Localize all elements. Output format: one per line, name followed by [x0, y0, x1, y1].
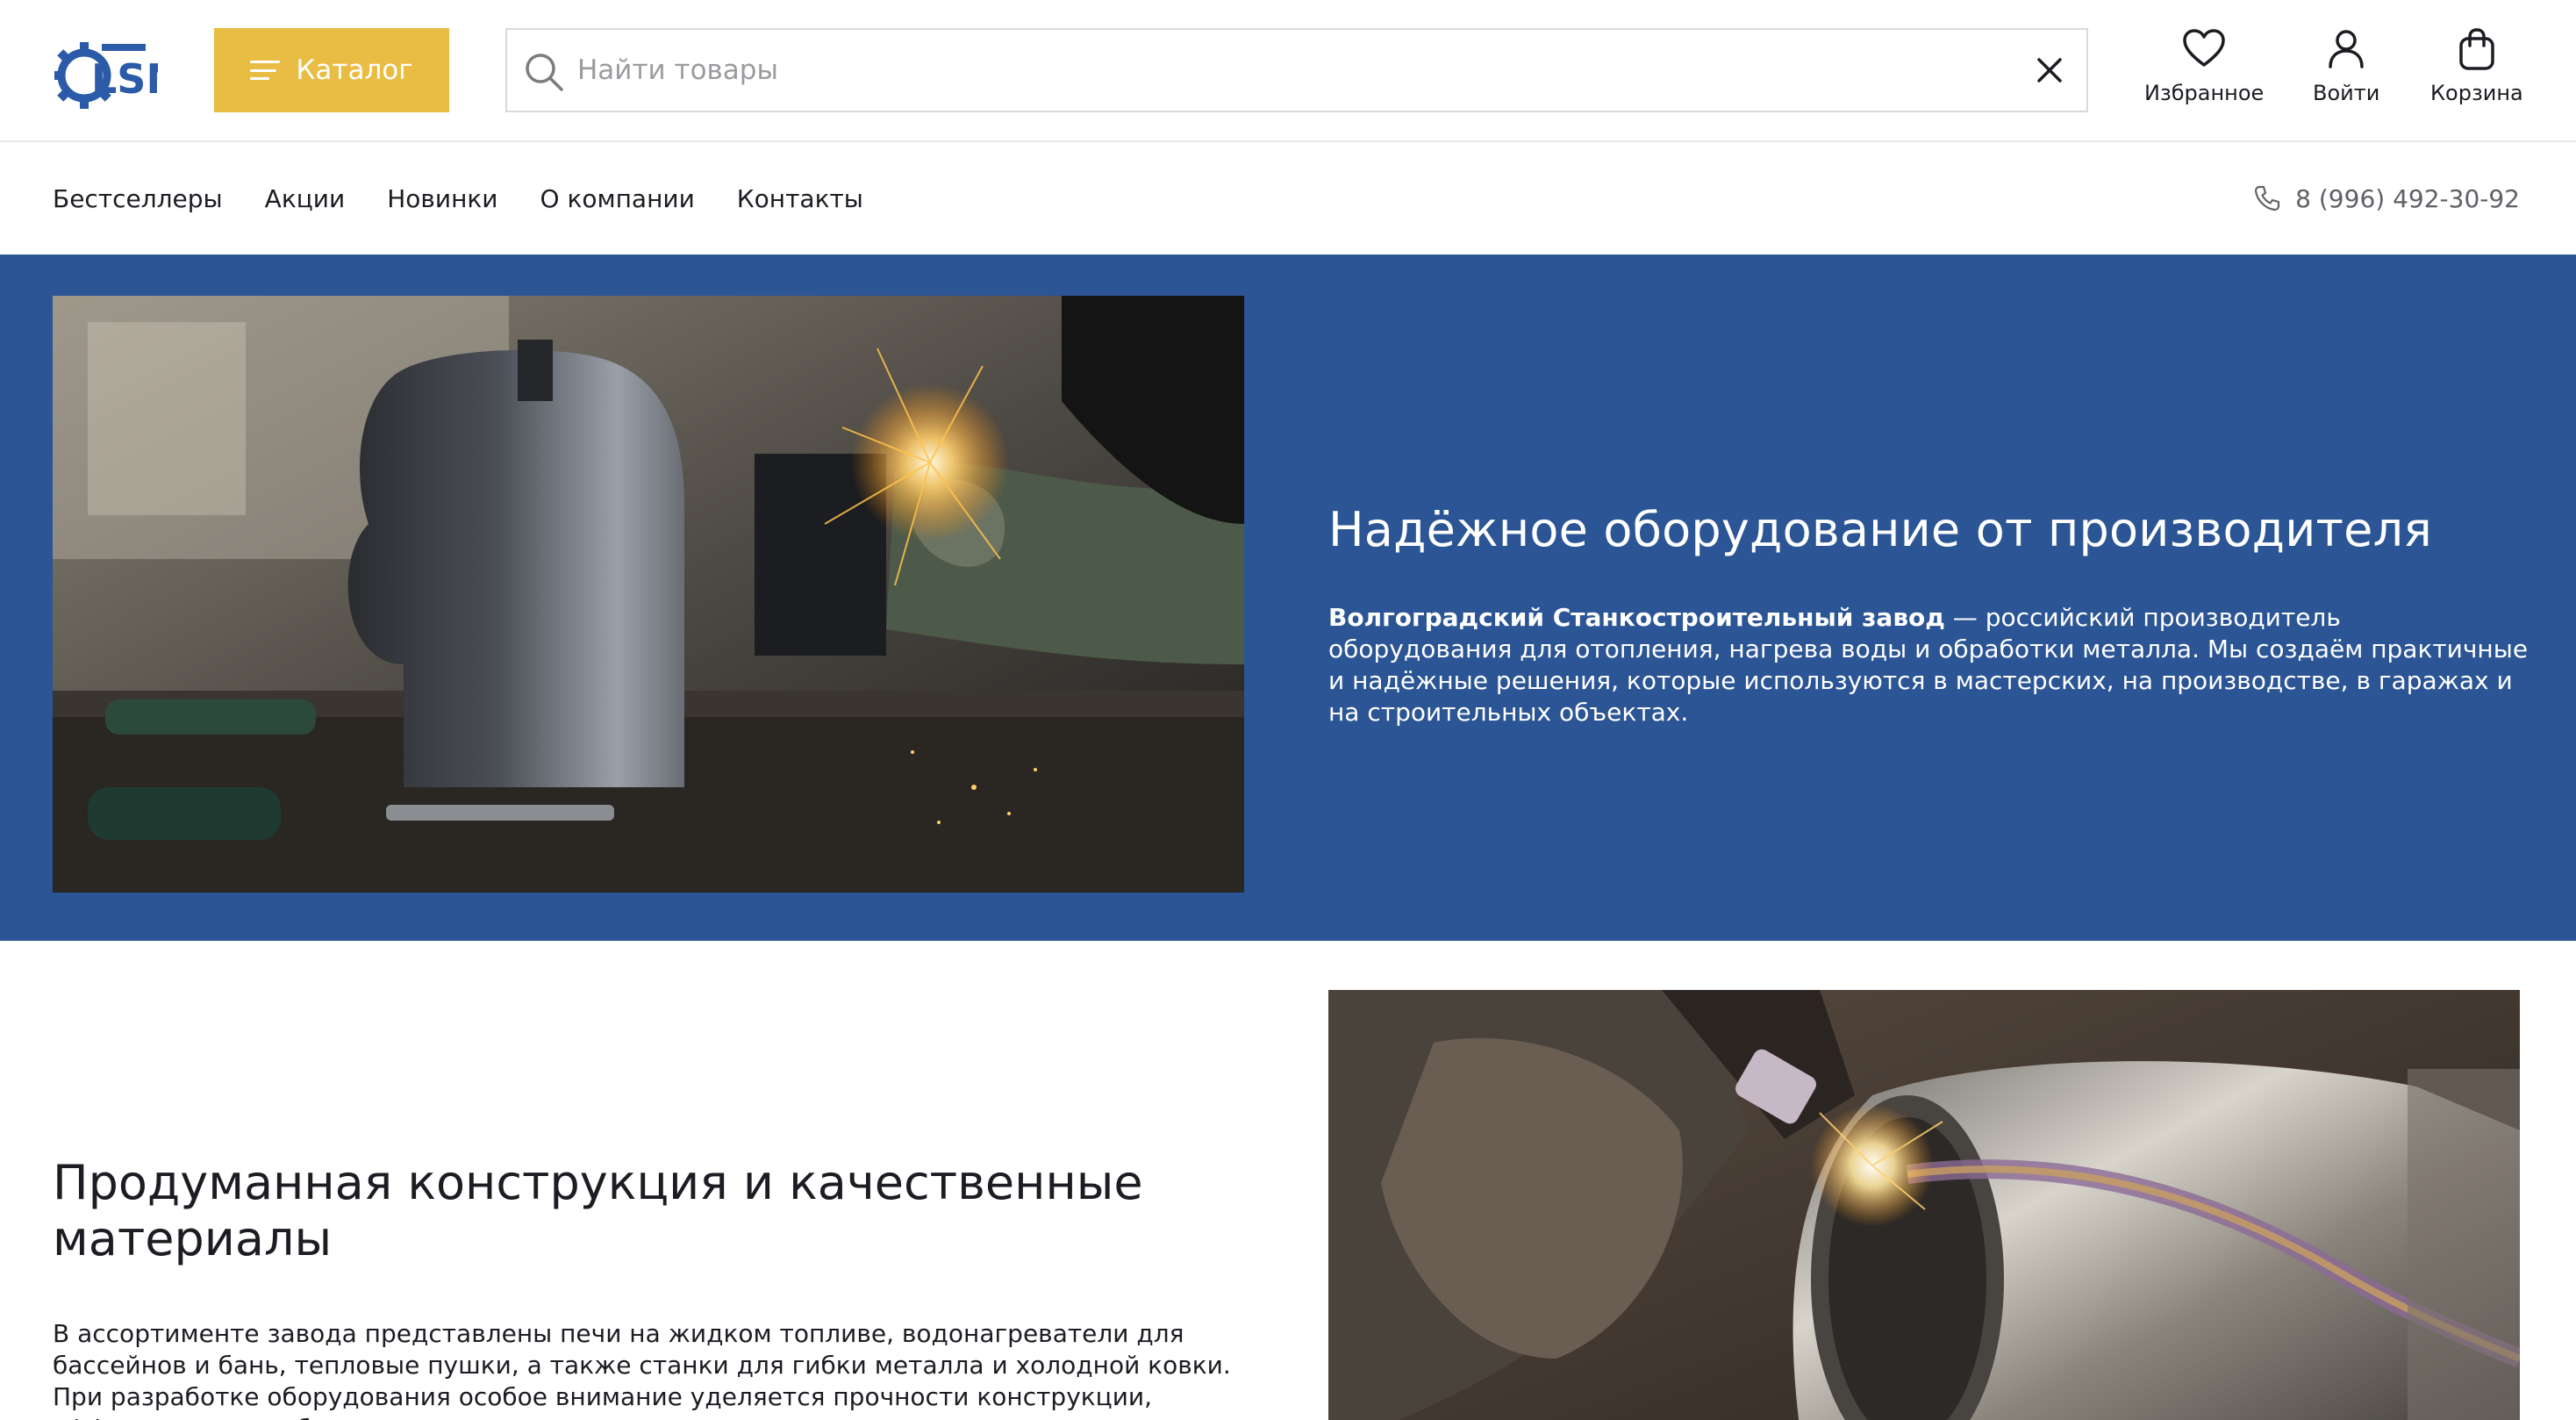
- site-header: LSM Каталог Избранное Войти: [0, 0, 2576, 142]
- hero-text: Надёжное оборудование от производителя В…: [1328, 500, 2530, 728]
- login-button[interactable]: Войти: [2313, 26, 2379, 105]
- phone-icon: [2255, 185, 2280, 212]
- cart-label: Корзина: [2430, 81, 2523, 105]
- hero-company-name: Волгоградский Станкостроительный завод: [1328, 602, 1945, 632]
- favorites-button[interactable]: Избранное: [2144, 26, 2264, 105]
- favorites-label: Избранное: [2144, 81, 2265, 105]
- nav-link-contacts[interactable]: Контакты: [737, 184, 863, 213]
- hero-image-welding-furnace: [53, 296, 1244, 893]
- login-label: Войти: [2313, 81, 2380, 105]
- nav-link-sales[interactable]: Акции: [265, 184, 346, 213]
- hero-title: Надёжное оборудование от производителя: [1328, 502, 2432, 557]
- company-logo[interactable]: LSM: [53, 25, 186, 112]
- nav-link-about[interactable]: О компании: [540, 184, 695, 213]
- phone-number: 8 (996) 492-30-92: [2295, 183, 2520, 213]
- user-icon: [2329, 30, 2364, 68]
- logo-text: LSM: [91, 55, 158, 103]
- search-input[interactable]: [577, 30, 1981, 111]
- cart-button[interactable]: Корзина: [2430, 26, 2523, 105]
- quality-image-welding-pipe: [1328, 990, 2520, 1420]
- clear-icon[interactable]: [2032, 53, 2067, 88]
- shopping-bag-icon: [2459, 28, 2494, 70]
- search-box: [505, 28, 2088, 112]
- quality-text: Продуманная конструкция и качественные м…: [53, 1155, 1255, 1420]
- nav-link-bestsellers[interactable]: Бестселлеры: [53, 184, 223, 213]
- quality-section: Продуманная конструкция и качественные м…: [0, 941, 2576, 1420]
- nav-link-new[interactable]: Новинки: [387, 184, 497, 213]
- heart-icon: [2183, 29, 2225, 67]
- hero-banner: Надёжное оборудование от производителя В…: [0, 255, 2576, 941]
- hero-description: Волгоградский Станкостроительный завод —…: [1328, 602, 2530, 728]
- main-nav: Бестселлеры Акции Новинки О компании Кон…: [0, 142, 2576, 255]
- logo-gear-icon: LSM: [54, 42, 186, 109]
- quality-description: В ассортименте завода представлены печи …: [53, 1319, 1231, 1420]
- search-icon: [526, 54, 563, 91]
- quality-title: Продуманная конструкция и качественные м…: [53, 1155, 1143, 1266]
- catalog-button-label: Каталог: [296, 54, 413, 86]
- phone-link[interactable]: 8 (996) 492-30-92: [2253, 142, 2520, 255]
- catalog-button[interactable]: Каталог: [214, 28, 449, 112]
- nav-links: Бестселлеры Акции Новинки О компании Кон…: [53, 142, 863, 255]
- menu-icon: [250, 61, 281, 80]
